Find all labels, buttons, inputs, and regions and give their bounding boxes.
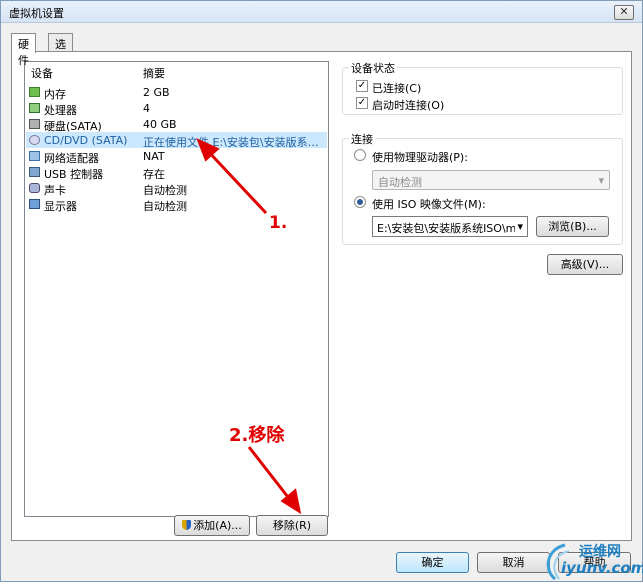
vm-settings-window: 虚拟机设置 ✕ 硬件 选项 设备 摘要 内存 2 GB 处理器 4 硬盘 — [0, 0, 643, 582]
annotation-arrow-2 — [247, 446, 293, 502]
tab-hardware[interactable]: 硬件 — [11, 33, 36, 67]
annotation-arrow-1 — [204, 147, 268, 215]
annotation-arrows — [196, 138, 302, 515]
annotation-step1: 1. — [269, 213, 288, 233]
annotation-step2: 2.移除 — [229, 425, 285, 446]
